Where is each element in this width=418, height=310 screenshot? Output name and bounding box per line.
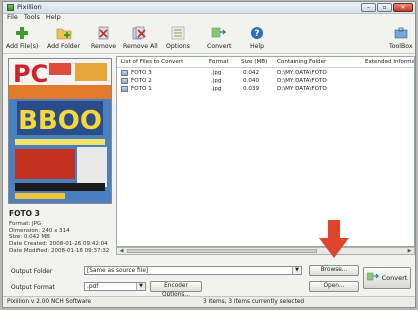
svg-text:ВВОО: ВВОО [18,106,102,136]
menu-file[interactable]: File [7,13,18,22]
image-file-icon [121,70,128,76]
col-name[interactable]: List of Files to Convert [121,57,183,67]
remove-all-icon [132,25,148,41]
convert-toolbar-button[interactable]: Convert [207,25,231,50]
maximize-button[interactable]: ▫ [377,3,392,12]
svg-text:PC: PC [13,60,48,88]
scroll-right-icon[interactable]: ▶ [406,248,413,254]
plus-icon [14,25,30,41]
chevron-down-icon[interactable]: ▼ [292,267,301,274]
image-file-icon [121,86,128,92]
encoder-options-button[interactable]: Encoder Options... [150,281,202,298]
menu-tools[interactable]: Tools [24,13,40,22]
output-panel: Output Folder [Same as source file] ▼ Br… [6,260,414,298]
annotation-arrow-icon [319,220,349,260]
status-selection: 3 items, 3 items currently selected [203,299,305,305]
help-button[interactable]: ? Help [249,25,265,50]
status-version: Pixillion v 2.00 NCH Software [7,299,92,305]
app-window: Pixillion – ▫ ✕ File Tools Help Add File… [2,1,416,308]
horizontal-scrollbar[interactable]: ◀ ▶ [116,247,415,255]
preview-info: Format: JPG Dimension: 240 x 314 Size: 0… [9,221,110,254]
chevron-down-icon[interactable]: ▼ [136,283,145,290]
col-size[interactable]: Size (MB) [241,57,267,67]
remove-button[interactable]: Remove [91,25,116,50]
app-icon [7,4,14,11]
options-icon [170,25,186,41]
list-row[interactable]: FOTO 2 .jpg 0.040 D:\MY DATA\FOTO [117,77,414,85]
list-row[interactable]: FOTO 3 .jpg 0.042 D:\MY DATA\FOTO [117,69,414,77]
scrollbar-thumb[interactable] [127,249,317,253]
convert-icon [211,25,227,41]
menu-bar: File Tools Help [3,13,415,22]
output-folder-label: Output Folder [11,268,53,275]
svg-text:?: ? [254,29,259,39]
preview-image: PC ВВОО [8,58,112,204]
col-ext[interactable]: Extended Information [365,57,414,67]
status-bar: Pixillion v 2.00 NCH Software 3 items, 3… [3,296,415,307]
open-button[interactable]: Open... [309,281,359,292]
scroll-left-icon[interactable]: ◀ [118,248,125,254]
close-button[interactable]: ✕ [393,3,413,12]
menu-help[interactable]: Help [46,13,61,22]
toolbox-icon [393,25,409,41]
add-folder-button[interactable]: Add Folder [47,25,80,50]
col-folder[interactable]: Containing Folder [277,57,326,67]
output-folder-select[interactable]: [Same as source file] ▼ [84,266,302,275]
options-button[interactable]: Options [166,25,190,50]
list-header: List of Files to Convert Format Size (MB… [117,57,414,68]
toolbox-button[interactable]: ToolBox [389,25,413,50]
minimize-button[interactable]: – [361,3,376,12]
toolbar: Add File(s) Add Folder Remove Remove All… [3,23,415,54]
convert-icon [366,272,379,284]
image-file-icon [121,78,128,84]
add-files-button[interactable]: Add File(s) [6,25,38,50]
help-icon: ? [249,25,265,41]
preview-filename: FOTO 3 [9,209,40,218]
file-list[interactable]: List of Files to Convert Format Size (MB… [116,56,415,247]
folder-add-icon [56,25,72,41]
list-row[interactable]: FOTO 1 .jpg 0.039 D:\MY DATA\FOTO [117,85,414,93]
remove-icon [96,25,112,41]
output-format-select[interactable]: .pdf ▼ [84,282,146,291]
output-format-label: Output Format [11,284,55,291]
remove-all-button[interactable]: Remove All [123,25,158,50]
col-format[interactable]: Format [209,57,229,67]
convert-button[interactable]: Convert [363,267,411,289]
preview-panel: PC ВВОО FOTO 3 Format: JPG Dimension: 24… [6,56,114,262]
window-title: Pixillion [17,3,42,11]
browse-button[interactable]: Browse... [309,265,359,276]
